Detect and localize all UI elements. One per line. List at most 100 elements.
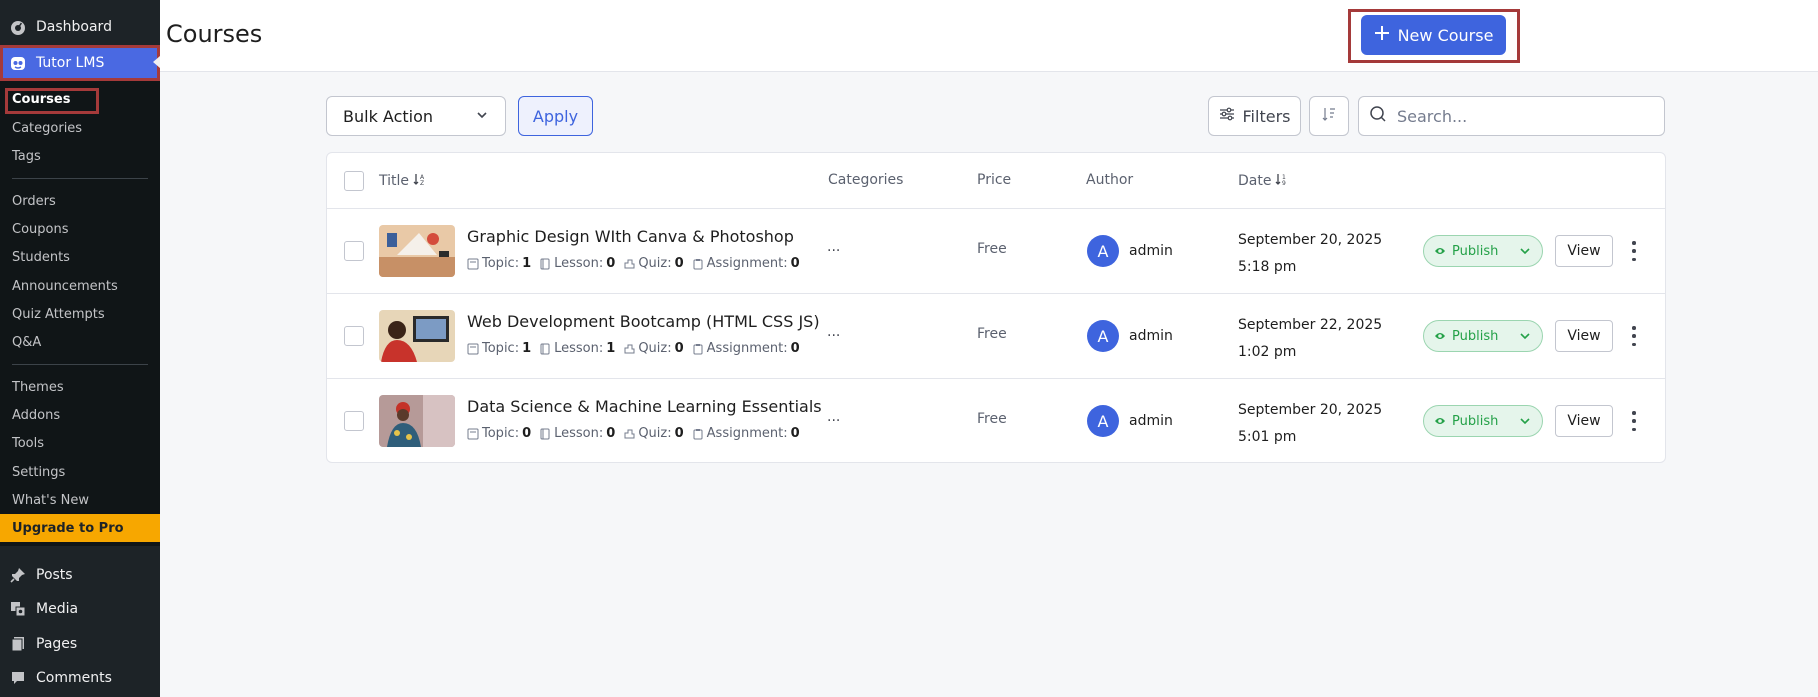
- status-dropdown[interactable]: Publish: [1423, 405, 1543, 437]
- meta-label: Topic:: [482, 426, 520, 441]
- media-icon: [10, 601, 26, 617]
- new-course-label: New Course: [1397, 25, 1494, 45]
- submenu-item-categories[interactable]: Categories: [12, 121, 82, 136]
- meta-value: 0: [606, 426, 616, 441]
- filters-label: Filters: [1242, 106, 1291, 126]
- upgrade-to-pro-link[interactable]: Upgrade to Pro: [0, 514, 160, 542]
- submenu-item-themes[interactable]: Themes: [12, 380, 64, 395]
- meta-lesson: Lesson: 1: [539, 341, 615, 356]
- chevron-down-icon: [475, 107, 489, 126]
- meta-lesson: Lesson: 0: [539, 256, 615, 271]
- select-all-checkbox[interactable]: [344, 171, 364, 191]
- submenu-item-coupons[interactable]: Coupons: [12, 222, 69, 237]
- more-options-icon[interactable]: [1631, 411, 1637, 431]
- course-thumbnail[interactable]: [379, 225, 455, 277]
- meta-quiz: Quiz: 0: [623, 341, 684, 356]
- course-meta: Topic: 0 Lesson: 0 Quiz: 0 Assignment: 0: [467, 426, 800, 441]
- search-icon: [1369, 105, 1387, 127]
- meta-label: Lesson:: [554, 256, 604, 271]
- submenu-item-whats-new[interactable]: What's New: [12, 493, 89, 508]
- sliders-icon: [1219, 106, 1235, 126]
- row-checkbox[interactable]: [344, 411, 364, 431]
- comment-icon: [10, 670, 26, 686]
- meta-value: 0: [674, 341, 684, 356]
- view-button[interactable]: View: [1555, 320, 1613, 352]
- meta-label: Lesson:: [554, 341, 604, 356]
- meta-label: Topic:: [482, 341, 520, 356]
- sort-order-button[interactable]: [1309, 96, 1349, 136]
- row-checkbox[interactable]: [344, 326, 364, 346]
- course-thumbnail[interactable]: [379, 395, 455, 447]
- sidebar-item-media[interactable]: Media: [0, 592, 160, 626]
- status-dropdown[interactable]: Publish: [1423, 320, 1543, 352]
- submenu-item-announcements[interactable]: Announcements: [12, 279, 118, 294]
- date-text: September 22, 2025: [1238, 317, 1383, 333]
- course-title-link[interactable]: Web Development Bootcamp (HTML CSS JS): [467, 312, 820, 331]
- column-date[interactable]: Date 19: [1238, 172, 1289, 190]
- meta-value: 0: [606, 256, 616, 271]
- sidebar-item-comments[interactable]: Comments: [0, 661, 160, 695]
- submenu-item-tags[interactable]: Tags: [12, 149, 41, 164]
- status-dropdown[interactable]: Publish: [1423, 235, 1543, 267]
- avatar: A: [1087, 320, 1119, 352]
- course-categories: ...: [827, 324, 841, 340]
- bulk-action-select[interactable]: Bulk Action: [326, 96, 506, 136]
- bulk-action-value: Bulk Action: [343, 106, 434, 126]
- table-header: Title AZ Categories Price Author Date 19: [327, 153, 1665, 209]
- new-course-button[interactable]: New Course: [1361, 15, 1506, 55]
- sidebar-item-pages[interactable]: Pages: [0, 627, 160, 661]
- book-icon: [467, 343, 479, 354]
- column-title[interactable]: Title AZ: [379, 172, 427, 190]
- sidebar-item-label: Tutor LMS: [36, 55, 105, 71]
- sidebar-item-label: Posts: [36, 567, 73, 583]
- book-icon: [467, 258, 479, 269]
- status-label: Publish: [1452, 243, 1499, 259]
- sort-az-icon: [1321, 106, 1337, 126]
- meta-topic: Topic: 1: [467, 341, 531, 356]
- sidebar-item-dashboard[interactable]: Dashboard: [0, 10, 160, 44]
- chevron-down-icon: [1520, 248, 1530, 255]
- meta-value: 1: [606, 341, 616, 356]
- column-author: Author: [1086, 172, 1134, 188]
- submenu-item-orders[interactable]: Orders: [12, 194, 56, 209]
- search-box[interactable]: [1358, 96, 1665, 136]
- more-options-icon[interactable]: [1631, 241, 1637, 261]
- more-options-icon[interactable]: [1631, 326, 1637, 346]
- sidebar-item-tutor-lms[interactable]: Tutor LMS: [0, 45, 160, 81]
- lesson-icon: [540, 428, 550, 439]
- author-name: admin: [1129, 328, 1173, 344]
- view-button[interactable]: View: [1555, 405, 1613, 437]
- submenu-item-courses[interactable]: Courses: [12, 92, 70, 107]
- sidebar-item-posts[interactable]: Posts: [0, 558, 160, 592]
- submenu-item-students[interactable]: Students: [12, 250, 70, 265]
- meta-label: Lesson:: [554, 426, 604, 441]
- filters-button[interactable]: Filters: [1208, 96, 1301, 136]
- course-thumbnail[interactable]: [379, 310, 455, 362]
- course-date: September 20, 2025 5:01 pm: [1238, 397, 1382, 451]
- courses-table: Title AZ Categories Price Author Date 19…: [326, 152, 1666, 463]
- course-author: A admin: [1087, 405, 1173, 437]
- meta-label: Quiz:: [638, 341, 672, 356]
- submenu-item-quiz-attempts[interactable]: Quiz Attempts: [12, 307, 105, 322]
- course-title-link[interactable]: Data Science & Machine Learning Essentia…: [467, 397, 822, 416]
- dashboard-icon: [10, 19, 26, 35]
- meta-quiz: Quiz: 0: [623, 256, 684, 271]
- course-title-link[interactable]: Graphic Design WIth Canva & Photoshop: [467, 227, 794, 246]
- search-input[interactable]: [1397, 106, 1647, 126]
- view-button[interactable]: View: [1555, 235, 1613, 267]
- page-header: [160, 0, 1818, 72]
- course-date: September 20, 2025 5:18 pm: [1238, 227, 1382, 281]
- submenu-item-settings[interactable]: Settings: [12, 465, 65, 480]
- apply-button[interactable]: Apply: [518, 96, 593, 136]
- tutor-owl-icon: [10, 55, 26, 71]
- meta-label: Assignment:: [706, 341, 788, 356]
- clipboard-icon: [693, 343, 703, 354]
- submenu-item-addons[interactable]: Addons: [12, 408, 60, 423]
- submenu-item-tools[interactable]: Tools: [12, 436, 44, 451]
- row-checkbox[interactable]: [344, 241, 364, 261]
- submenu-separator: [12, 178, 148, 179]
- submenu-item-qa[interactable]: Q&A: [12, 335, 41, 350]
- admin-sidebar: Dashboard Tutor LMS Courses Categories T…: [0, 0, 160, 697]
- table-row: Graphic Design WIth Canva & Photoshop To…: [327, 209, 1665, 294]
- course-categories: ...: [827, 239, 841, 255]
